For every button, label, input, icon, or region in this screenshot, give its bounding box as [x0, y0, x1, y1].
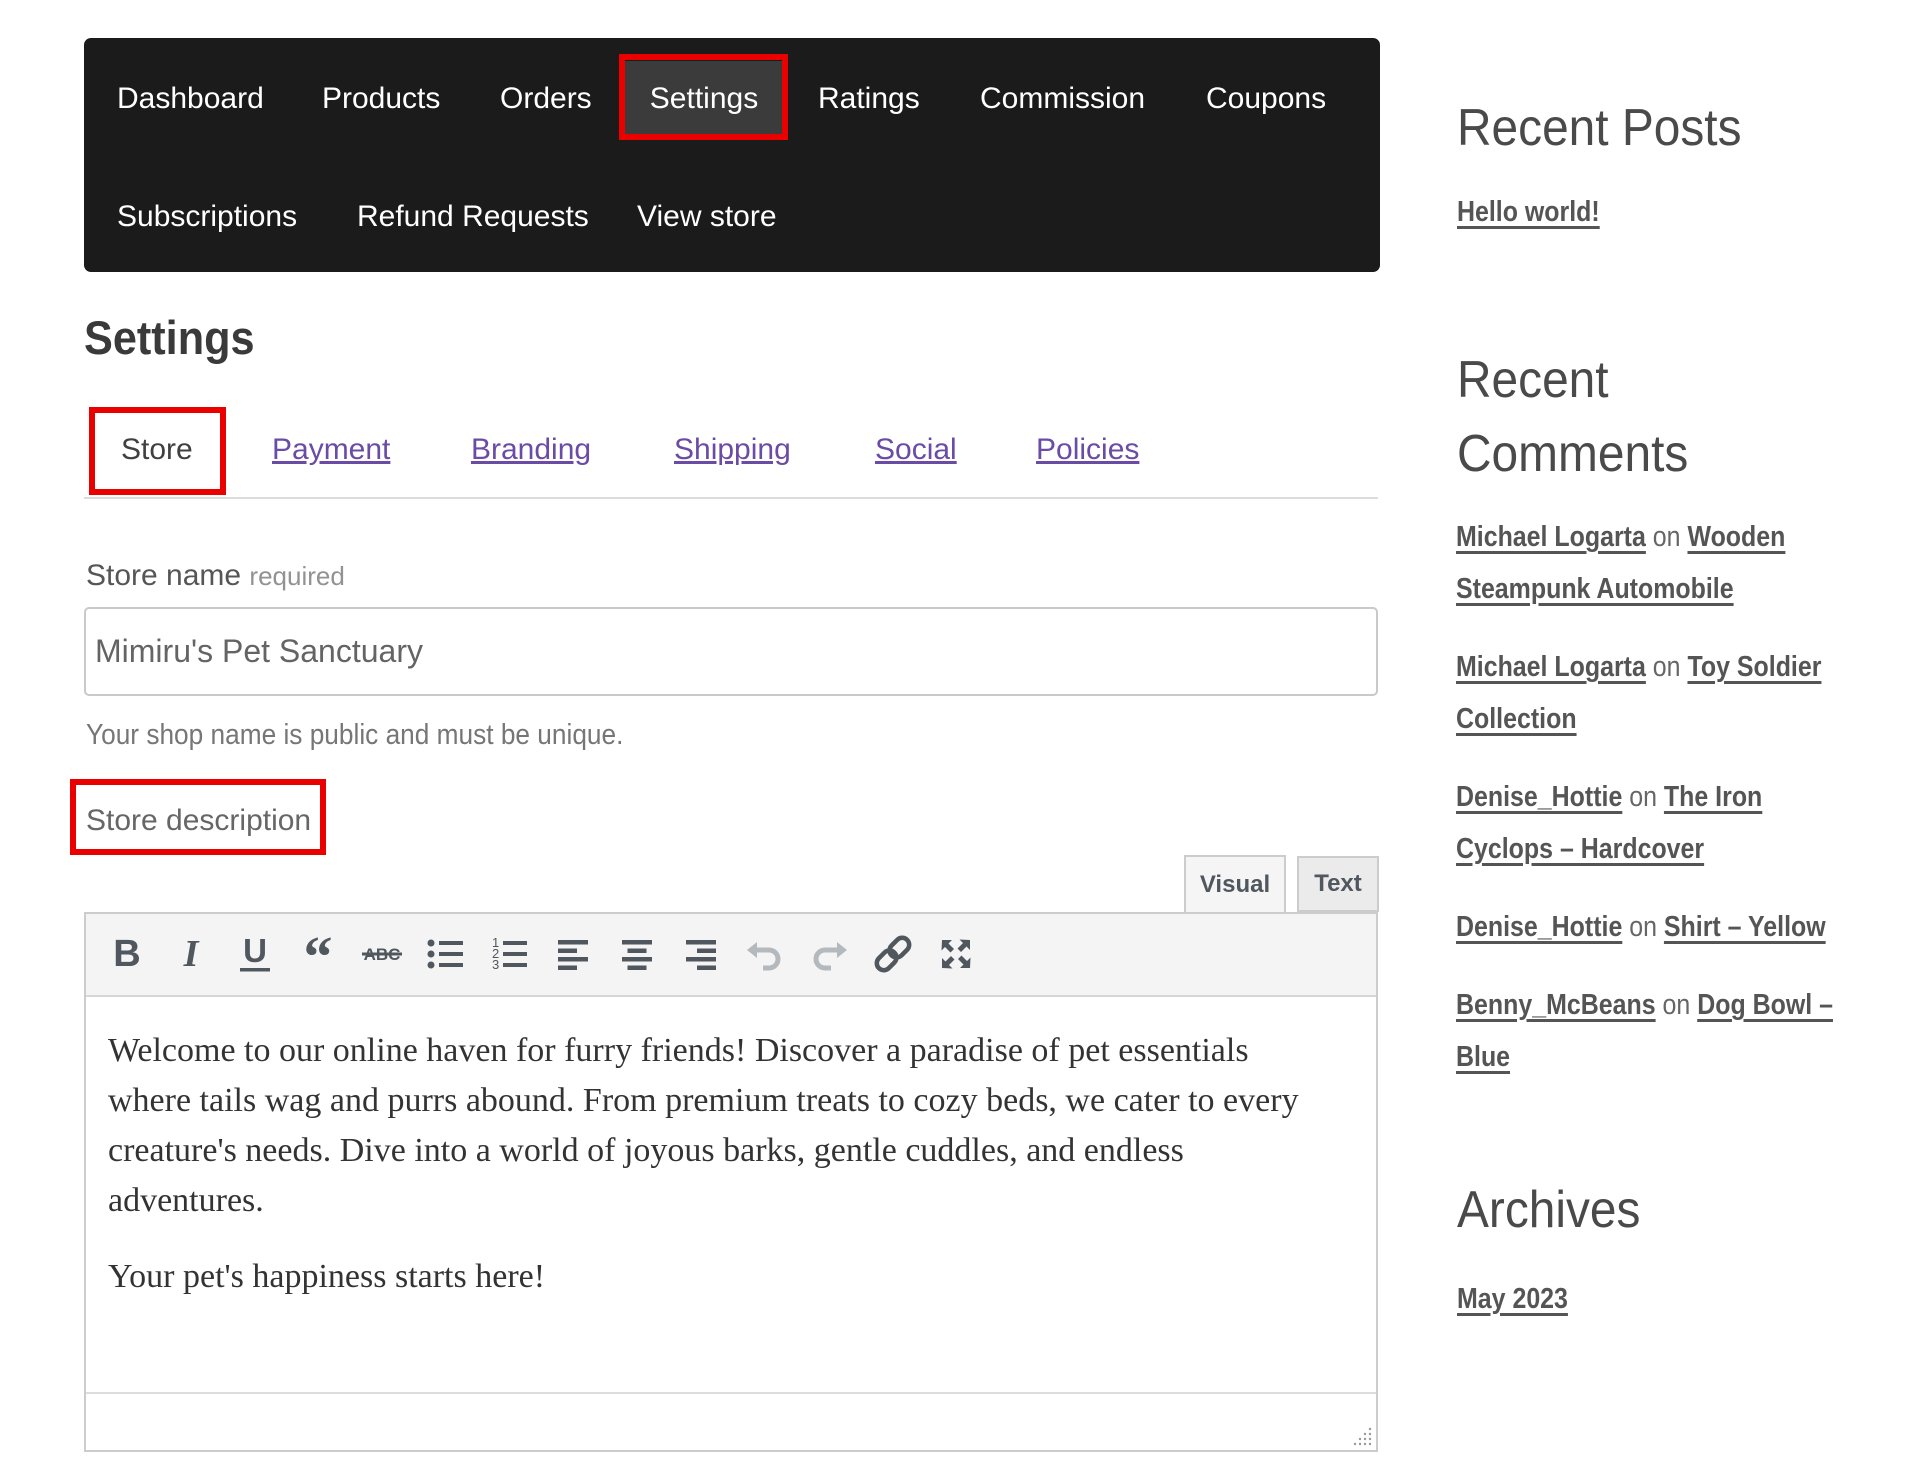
svg-text:I: I [183, 933, 200, 975]
svg-text:B: B [113, 933, 140, 975]
svg-text:3: 3 [492, 957, 499, 972]
svg-text:“: “ [304, 932, 333, 976]
svg-text:U: U [243, 932, 267, 969]
